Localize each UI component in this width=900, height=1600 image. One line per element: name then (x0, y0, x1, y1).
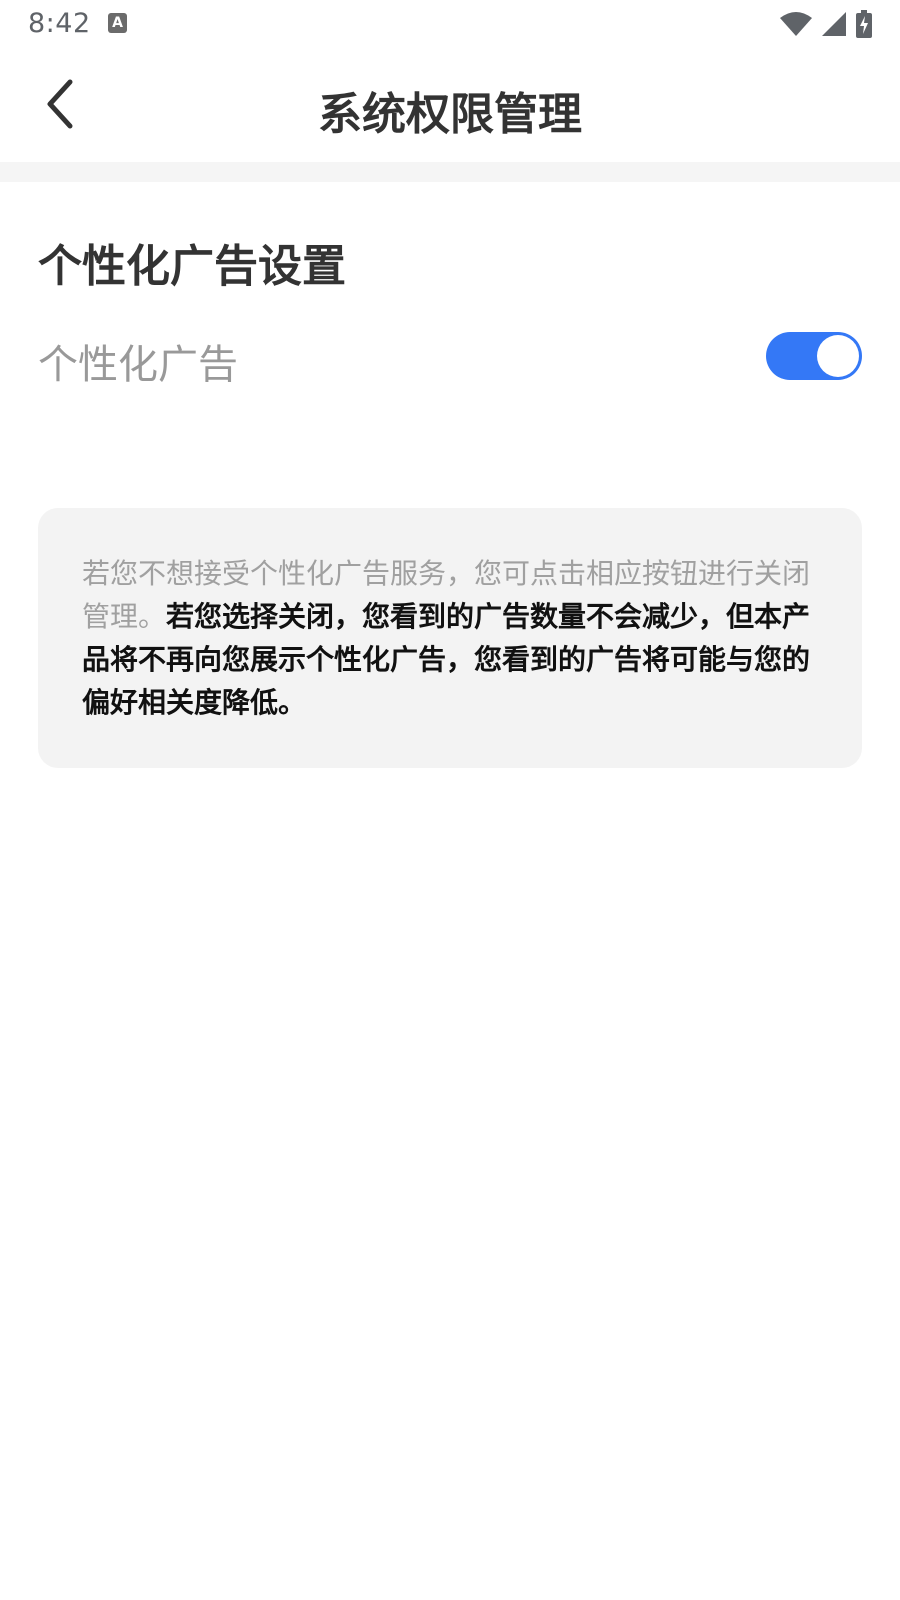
info-card: 若您不想接受个性化广告服务，您可点击相应按钮进行关闭管理。若您选择关闭，您看到的… (38, 508, 862, 768)
app-bar: 系统权限管理 (0, 58, 900, 162)
info-text-bold: 若您选择关闭，您看到的广告数量不会减少，但本产品将不再向您展示个性化广告，您看到… (82, 600, 811, 719)
page-title: 系统权限管理 (318, 89, 582, 140)
section-title: 个性化广告设置 (38, 241, 346, 292)
battery-charging-icon (856, 10, 872, 38)
status-time: 8:42 (28, 8, 91, 39)
header-divider (0, 162, 900, 182)
personalized-ads-toggle[interactable] (766, 332, 862, 380)
wifi-icon (780, 12, 812, 36)
a-badge-icon: A (108, 13, 127, 33)
personalized-ads-label: 个性化广告 (38, 342, 238, 388)
toggle-knob (817, 335, 859, 377)
status-bar: 8:42 A (0, 0, 900, 48)
signal-icon (822, 12, 846, 36)
personalized-ads-row: 个性化广告 (38, 322, 862, 390)
info-text: 若您不想接受个性化广告服务，您可点击相应按钮进行关闭管理。若您选择关闭，您看到的… (82, 552, 822, 724)
status-icons (780, 10, 872, 38)
